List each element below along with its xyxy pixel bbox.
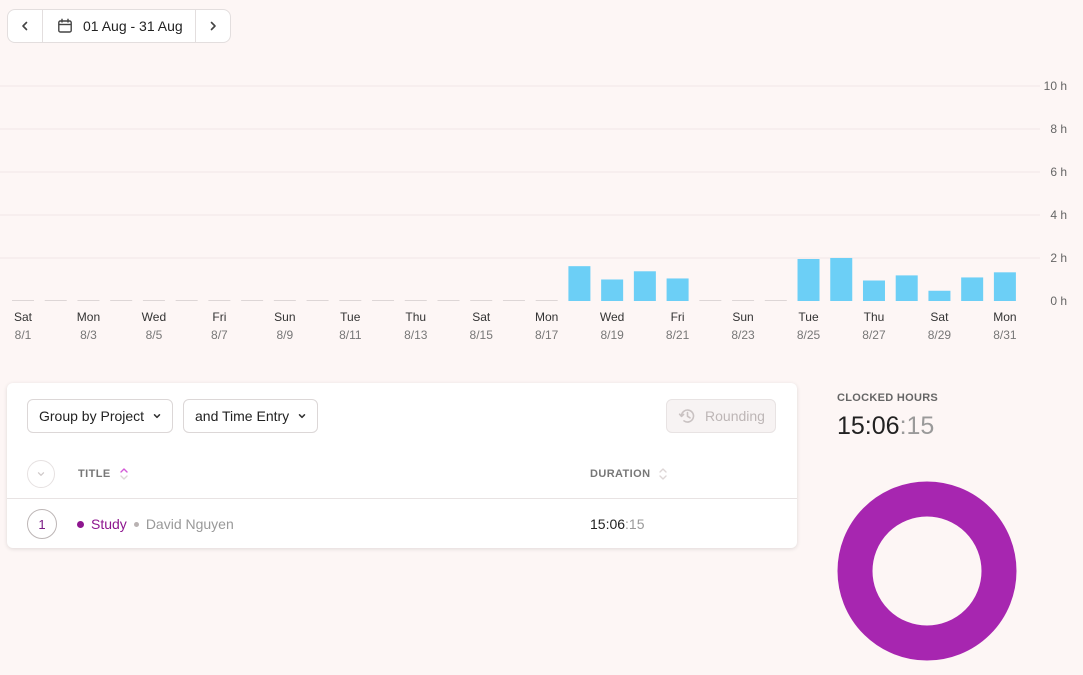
user-name: David Nguyen — [145, 516, 234, 532]
x-day-label: Mon — [535, 310, 558, 324]
x-date-label: 8/17 — [535, 328, 559, 342]
y-tick-label: 0 h — [1050, 294, 1067, 308]
y-tick-label: 2 h — [1050, 251, 1067, 265]
x-day-label: Fri — [671, 310, 685, 324]
x-date-label: 8/21 — [666, 328, 690, 342]
sort-icon — [659, 468, 668, 480]
project-color-dot — [77, 520, 84, 528]
x-date-label: 8/31 — [993, 328, 1017, 342]
x-date-label: 8/11 — [339, 328, 362, 342]
chevron-down-icon — [298, 414, 306, 419]
bar — [895, 275, 918, 301]
history-icon — [678, 409, 695, 423]
bar — [568, 266, 591, 301]
row-title: Study David Nguyen — [77, 516, 234, 532]
expand-all-toggle[interactable] — [27, 460, 55, 488]
daily-hours-bar-chart: 10 h 8 h 6 h 4 h 2 h 0 h Sat 8/1 Mon 8/3 Wed 8/5 Fri… — [0, 79, 1067, 342]
bar — [797, 258, 820, 301]
chevron-left-icon — [22, 21, 28, 31]
x-day-label: Mon — [993, 310, 1016, 324]
group-by-label: Group by Project — [39, 408, 145, 424]
x-date-label: 8/15 — [470, 328, 494, 342]
x-day-label: Sat — [930, 310, 949, 324]
bar — [633, 271, 656, 301]
x-date-label: 8/29 — [928, 328, 952, 342]
separator-dot — [133, 521, 139, 527]
x-date-label: 8/23 — [731, 328, 755, 342]
title-column-label: TITLE — [78, 468, 111, 480]
sort-ascending-icon — [119, 468, 128, 480]
x-date-label: 8/1 — [15, 328, 32, 342]
entry-count-badge[interactable]: 1 — [27, 509, 57, 539]
x-date-label: 8/9 — [276, 328, 293, 342]
x-day-label: Tue — [340, 310, 361, 324]
x-date-label: 8/13 — [404, 328, 428, 342]
rounding-label: Rounding — [705, 408, 765, 424]
duration-column-header[interactable]: DURATION — [590, 467, 668, 481]
x-day-label: Wed — [600, 310, 624, 324]
next-period-button[interactable] — [195, 10, 230, 42]
project-donut-chart — [837, 481, 1017, 661]
clocked-hours-main: 15:06 — [837, 412, 900, 440]
x-day-label: Mon — [77, 310, 100, 324]
sub-group-label: and Time Entry — [195, 408, 290, 424]
x-day-label: Thu — [864, 310, 885, 324]
rounding-button[interactable]: Rounding — [666, 399, 776, 433]
duration-seconds: :15 — [625, 516, 645, 532]
x-date-label: 8/19 — [600, 328, 624, 342]
x-date-label: 8/27 — [862, 328, 886, 342]
x-date-label: 8/5 — [146, 328, 163, 342]
bar — [830, 257, 853, 301]
bar — [666, 278, 689, 301]
project-name[interactable]: Study — [91, 516, 127, 532]
x-date-label: 8/7 — [211, 328, 228, 342]
chevron-right-icon — [210, 21, 216, 31]
previous-period-button[interactable] — [8, 10, 43, 42]
clocked-hours-value: 15:06:15 — [837, 412, 934, 441]
clocked-hours-label: CLOCKED HOURS — [837, 392, 939, 404]
table-header-divider — [7, 498, 797, 499]
row-duration: 15:06:15 — [590, 516, 645, 532]
bar — [961, 277, 984, 301]
bar — [993, 272, 1016, 301]
x-date-label: 8/3 — [80, 328, 97, 342]
donut-segment-study[interactable] — [837, 481, 1017, 661]
x-day-label: Sun — [732, 310, 753, 324]
bar — [601, 279, 624, 301]
sub-group-select[interactable]: and Time Entry — [183, 399, 319, 433]
date-range-button[interactable]: 01 Aug - 31 Aug — [43, 10, 195, 42]
date-range-label: 01 Aug - 31 Aug — [83, 18, 183, 34]
x-day-label: Sun — [274, 310, 295, 324]
calendar-icon — [58, 18, 72, 33]
bar — [928, 290, 951, 301]
group-by-select[interactable]: Group by Project — [27, 399, 174, 433]
x-day-label: Sat — [14, 310, 33, 324]
duration-column-label: DURATION — [590, 468, 651, 480]
x-day-label: Wed — [142, 310, 166, 324]
date-range-picker: 01 Aug - 31 Aug — [7, 9, 231, 43]
x-day-label: Thu — [405, 310, 426, 324]
y-tick-label: 6 h — [1050, 165, 1067, 179]
bar — [862, 280, 885, 301]
x-date-label: 8/25 — [797, 328, 821, 342]
clocked-hours-seconds: :15 — [899, 412, 935, 440]
chevron-down-icon — [153, 414, 161, 419]
y-tick-label: 10 h — [1044, 79, 1067, 93]
report-table-card: Group by Project and Time Entry Rounding… — [7, 383, 797, 548]
chevron-down-icon — [37, 472, 45, 476]
title-column-header[interactable]: TITLE — [78, 467, 129, 481]
x-day-label: Fri — [212, 310, 226, 324]
x-day-label: Sat — [472, 310, 491, 324]
y-tick-label: 4 h — [1050, 208, 1067, 222]
y-tick-label: 8 h — [1050, 122, 1067, 136]
x-day-label: Tue — [798, 310, 819, 324]
duration-hours-minutes: 15:06 — [590, 516, 626, 532]
